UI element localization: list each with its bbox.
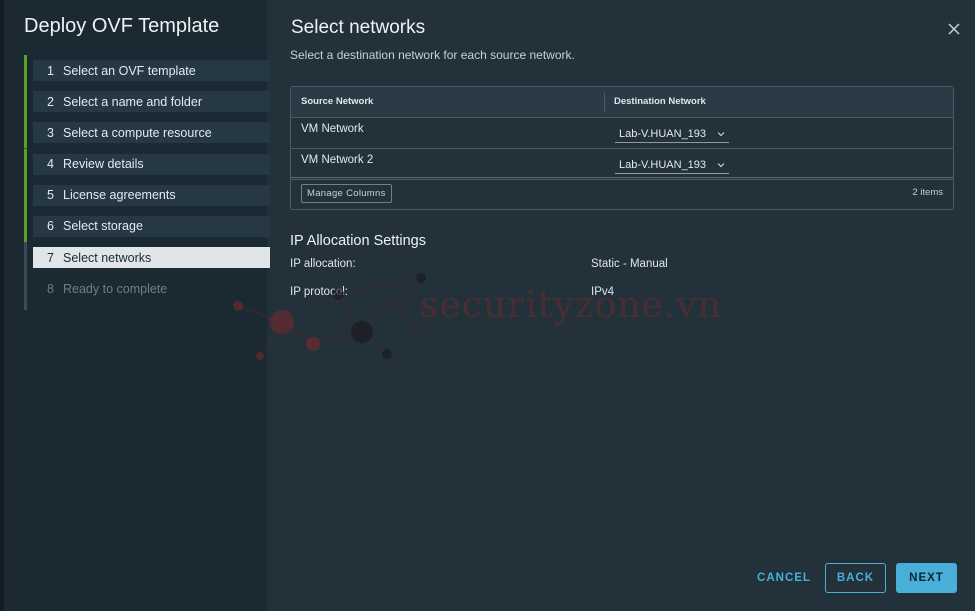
wizard-title: Deploy OVF Template	[24, 15, 220, 37]
wizard-steps: 1 Select an OVF template 2 Select a name a…	[24, 55, 270, 310]
step-label: Select an OVF template	[63, 63, 196, 78]
wizard-step-6[interactable]: 6 Select storage	[24, 210, 270, 242]
wizard-step-5[interactable]: 5 License agreements	[24, 179, 270, 211]
table-row: VM Network 2 Lab-V.HUAN_193	[291, 149, 953, 180]
source-network-cell: VM Network	[301, 123, 364, 135]
step-number: 5	[47, 188, 54, 203]
ip-allocation-title: IP Allocation Settings	[290, 233, 426, 249]
ip-allocation-label: IP allocation:	[290, 258, 356, 270]
cancel-button[interactable]: CANCEL	[753, 563, 815, 593]
step-label: Review details	[63, 157, 144, 172]
step-label: Select a name and folder	[63, 94, 202, 109]
wizard-sidebar: Deploy OVF Template 1 Select an OVF templ…	[0, 0, 270, 611]
wizard-step-8: 8 Ready to complete	[33, 278, 270, 299]
wizard-step-3[interactable]: 3 Select a compute resource	[24, 117, 270, 149]
grid-header: Source Network Destination Network	[291, 87, 953, 118]
items-count: 2 items	[912, 187, 943, 198]
step-label: License agreements	[63, 188, 176, 203]
destination-network-select[interactable]: Lab-V.HUAN_193	[615, 156, 729, 174]
back-button[interactable]: BACK	[825, 563, 886, 593]
next-button[interactable]: NEXT	[896, 563, 957, 593]
close-icon[interactable]	[947, 22, 961, 36]
wizard-step-1[interactable]: 1 Select an OVF template	[24, 55, 270, 86]
select-value: Lab-V.HUAN_193	[619, 127, 707, 140]
destination-network-select[interactable]: Lab-V.HUAN_193	[615, 125, 729, 143]
page-subtitle: Select a destination network for each so…	[290, 48, 575, 62]
step-number: 2	[47, 94, 54, 109]
wizard-step-2[interactable]: 2 Select a name and folder	[24, 86, 270, 118]
select-value: Lab-V.HUAN_193	[619, 158, 707, 171]
column-header-destination[interactable]: Destination Network	[614, 96, 706, 107]
ip-allocation-value: Static - Manual	[591, 258, 668, 270]
network-grid: Source Network Destination Network VM Ne…	[290, 86, 954, 210]
step-label: Select storage	[63, 219, 143, 234]
column-header-source[interactable]: Source Network	[301, 96, 373, 107]
page-title: Select networks	[291, 17, 426, 38]
grid-footer: Manage Columns 2 items	[291, 177, 953, 209]
step-label: Select a compute resource	[63, 125, 212, 140]
column-separator[interactable]	[604, 93, 605, 112]
chevron-down-icon	[717, 163, 725, 168]
wizard-step-4[interactable]: 4 Review details	[24, 148, 270, 180]
step-number: 1	[47, 63, 54, 78]
step-number: 7	[47, 250, 54, 265]
ip-protocol-value: IPv4	[591, 286, 615, 298]
step-label: Ready to complete	[63, 281, 168, 296]
step-number: 4	[47, 157, 54, 172]
ip-protocol-label: IP protocol:	[290, 286, 348, 298]
wizard-step-7[interactable]: 7 Select networks	[33, 247, 270, 269]
source-network-cell: VM Network 2	[301, 154, 374, 166]
chevron-down-icon	[717, 132, 725, 137]
step-number: 6	[47, 219, 54, 234]
table-row: VM Network Lab-V.HUAN_193	[291, 118, 953, 149]
step-number: 8	[47, 281, 54, 296]
manage-columns-button[interactable]: Manage Columns	[301, 184, 392, 203]
step-label: Select networks	[63, 250, 152, 265]
step-number: 3	[47, 125, 54, 140]
main-content: Select networks Select a destination net…	[267, 0, 975, 611]
